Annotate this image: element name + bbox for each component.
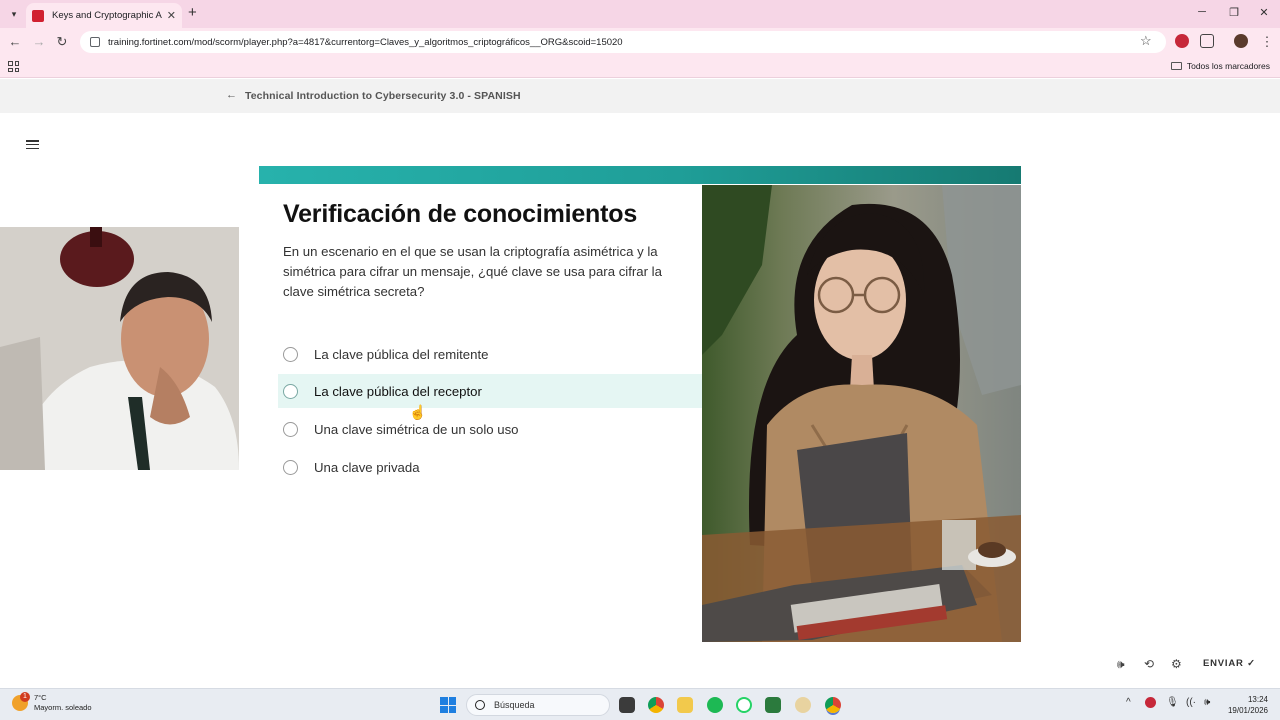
replay-icon[interactable]: ⟲ [1144, 657, 1154, 671]
tab-search-chevron-icon[interactable]: ▾ [6, 6, 22, 22]
settings-gear-icon[interactable]: ⚙ [1171, 657, 1182, 671]
taskbar-search[interactable]: Búsqueda [466, 694, 610, 716]
woman-laptop-illustration [702, 185, 1021, 642]
weather-desc: Mayorm. soleado [34, 703, 92, 712]
all-bookmarks-label: Todos los marcadores [1186, 61, 1270, 71]
file-explorer-icon[interactable] [677, 697, 693, 713]
spotify-icon[interactable] [707, 697, 723, 713]
windows-taskbar: 1 7°C Mayorm. soleado Búsqueda ^ 🎙 ((· 🕪… [0, 688, 1280, 720]
quiz-title: Verificación de conocimientos [283, 200, 638, 228]
new-tab-button[interactable]: + [188, 5, 197, 21]
tray-chevron-icon[interactable]: ^ [1126, 697, 1131, 708]
reload-button[interactable]: ↻ [53, 33, 71, 51]
answer-option-3[interactable]: Una clave simétrica de un solo uso [278, 412, 702, 446]
search-label: Búsqueda [494, 700, 535, 710]
minimize-button[interactable]: ─ [1192, 6, 1212, 18]
bookmark-star-icon[interactable]: ☆ [1140, 33, 1152, 49]
wifi-icon[interactable]: ((· [1186, 697, 1196, 708]
address-bar[interactable]: training.fortinet.com/mod/scorm/player.p… [80, 31, 1166, 53]
fortinet-favicon-icon [32, 9, 44, 22]
tab-close-icon[interactable]: ✕ [167, 9, 176, 22]
webcam-person-illustration [0, 227, 239, 470]
clock-date: 19/01/2026 [1227, 706, 1268, 715]
woman-laptop-photo [702, 185, 1021, 642]
taskbar-clock[interactable]: 13:24 19/01/2026 [1228, 694, 1268, 716]
quiz-question: En un escenario en el que se usan la cri… [283, 244, 662, 299]
answer-option-label: La clave pública del remitente [314, 346, 489, 362]
radio-button[interactable] [283, 421, 298, 437]
answer-option-label: Una clave simétrica de un solo uso [314, 421, 519, 437]
restore-button[interactable]: ❐ [1224, 6, 1244, 19]
radio-button[interactable] [283, 459, 298, 475]
sun-icon: 1 [12, 692, 30, 711]
weather-text: 7°C Mayorm. soleado [34, 693, 92, 713]
back-button[interactable]: ← [6, 33, 24, 51]
microphone-icon[interactable]: 🎙 [1166, 697, 1179, 708]
course-title-link[interactable]: Technical Introduction to Cybersecurity … [245, 90, 521, 102]
course-back-arrow-icon[interactable]: ← [226, 89, 237, 101]
tray-app-icon[interactable] [1145, 697, 1156, 708]
bookmarks-bar: Todos los marcadores [0, 56, 1280, 78]
clock-time: 13:24 [1247, 695, 1268, 704]
site-info-icon[interactable] [90, 37, 100, 47]
answer-option-2[interactable]: La clave pública del receptor [278, 374, 702, 408]
answer-option-4[interactable]: Una clave privada [278, 450, 702, 484]
radio-button[interactable] [283, 383, 298, 399]
weather-widget[interactable]: 1 7°C Mayorm. soleado [12, 692, 92, 713]
chrome-active-icon[interactable] [825, 697, 841, 713]
profile-avatar[interactable] [1234, 34, 1248, 48]
app-notification-icon[interactable] [795, 697, 811, 713]
app-v-icon[interactable] [765, 697, 781, 713]
apps-grid-icon[interactable] [8, 61, 19, 72]
forward-button[interactable]: → [30, 33, 48, 51]
submit-button[interactable]: ENVIAR ✓ [1203, 658, 1256, 669]
close-window-button[interactable]: ✕ [1254, 6, 1274, 19]
tab-keys-crypto[interactable]: Keys and Cryptographic Algorit ✕ [26, 3, 182, 28]
windows-start-icon[interactable] [440, 697, 456, 713]
speaker-icon[interactable]: 🕪 [1204, 697, 1210, 708]
tab-title: Keys and Cryptographic Algorit [52, 10, 162, 21]
weather-badge: 1 [20, 692, 30, 702]
task-view-icon[interactable] [619, 697, 635, 713]
menu-hamburger-icon[interactable] [26, 140, 39, 149]
radio-button[interactable] [283, 346, 298, 362]
quiz-accent-bar [259, 166, 1021, 184]
chrome-menu-icon[interactable]: ⋮ [1258, 33, 1276, 51]
address-url: training.fortinet.com/mod/scorm/player.p… [108, 36, 623, 48]
search-icon [475, 700, 485, 710]
browser-tabstrip: ▾ Keys and Cryptographic Algorit ✕ + ─ ❐… [0, 0, 1280, 28]
chrome-app-icon[interactable] [648, 697, 664, 713]
whatsapp-icon[interactable] [736, 697, 752, 713]
answer-option-1[interactable]: La clave pública del remitente [278, 337, 702, 371]
answer-option-label: Una clave privada [314, 459, 420, 475]
extension-badge-icon[interactable] [1175, 34, 1189, 48]
answer-option-label: La clave pública del receptor [314, 383, 482, 399]
weather-temp: 7°C [34, 693, 47, 702]
course-header: ← Technical Introduction to Cybersecurit… [0, 79, 1280, 113]
volume-icon[interactable]: 🕪 [1117, 657, 1125, 672]
all-bookmarks-folder[interactable]: Todos los marcadores [1170, 61, 1270, 71]
webcam-overlay [0, 227, 239, 470]
extensions-puzzle-icon[interactable] [1200, 34, 1214, 48]
folder-icon [1170, 62, 1182, 70]
hand-cursor-icon: ☝ [409, 404, 427, 420]
browser-toolbar: ← → ↻ training.fortinet.com/mod/scorm/pl… [0, 28, 1280, 56]
